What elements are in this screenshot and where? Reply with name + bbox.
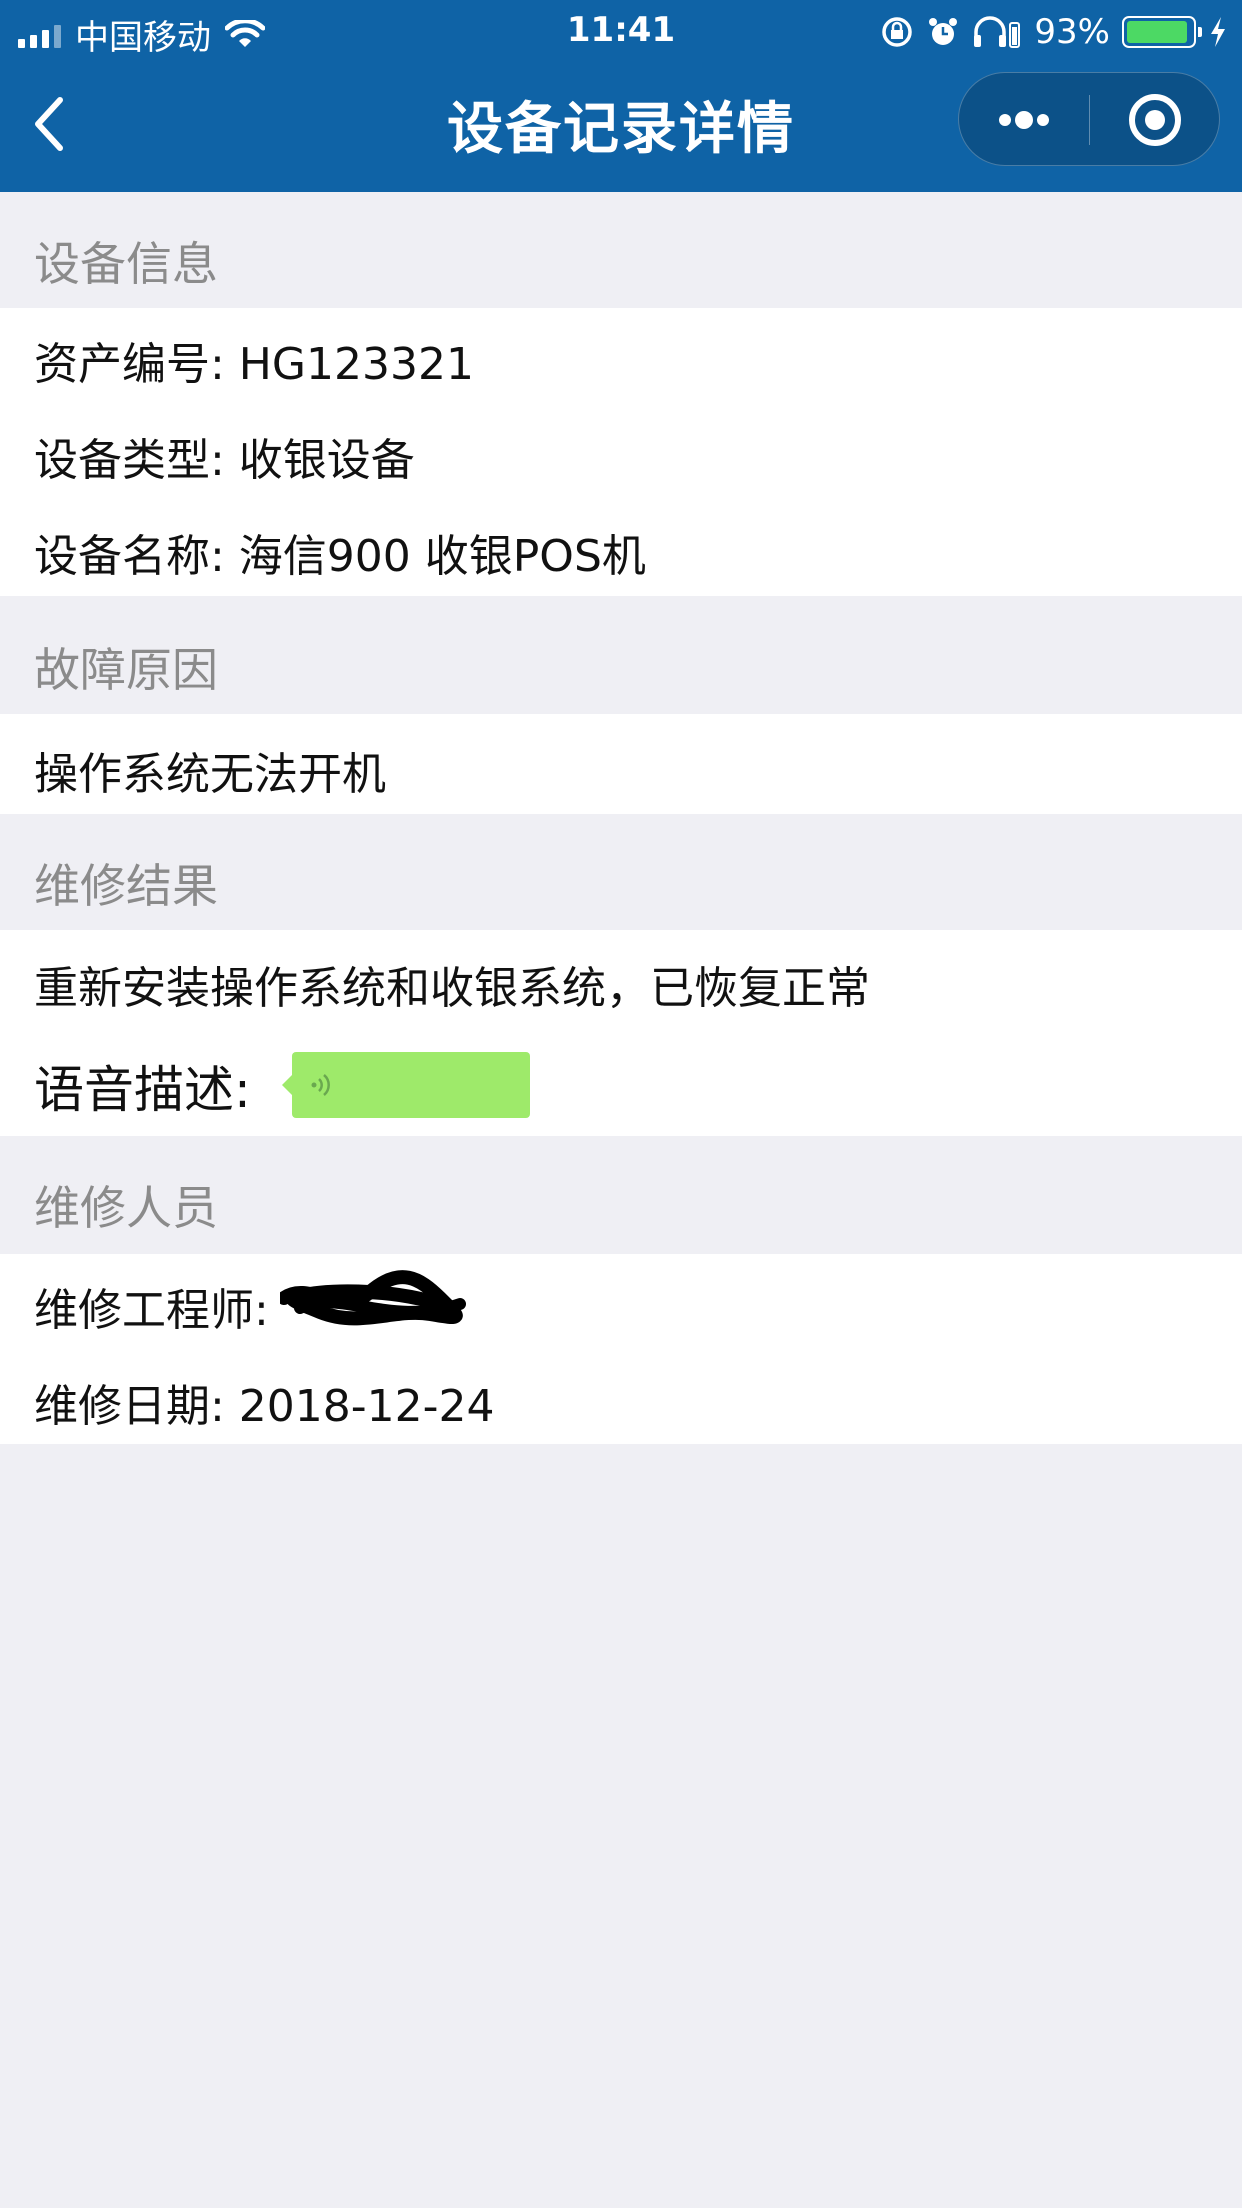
device-type: 设备类型: 收银设备	[34, 435, 415, 486]
device-info-card: 资产编号: HG123321 设备类型: 收银设备 设备名称: 海信900 收银…	[0, 308, 1242, 596]
voice-message-bubble[interactable]	[282, 1052, 530, 1118]
redaction-scribble	[280, 1270, 466, 1326]
headphones-icon	[974, 16, 1021, 48]
section-heading-device: 设备信息	[34, 237, 218, 291]
voice-wave-icon	[311, 1074, 330, 1096]
section-heading-staff: 维修人员	[34, 1181, 218, 1235]
charging-icon	[1211, 17, 1225, 47]
rotation-lock-icon	[882, 17, 913, 47]
battery-icon	[1122, 16, 1202, 48]
fault-reason: 操作系统无法开机	[34, 749, 386, 800]
section-heading-fault: 故障原因	[34, 643, 218, 697]
result-card: 重新安装操作系统和收银系统，已恢复正常 语音描述:	[0, 930, 1242, 1136]
fault-card: 操作系统无法开机	[0, 714, 1242, 814]
voice-description-row: 语音描述:	[34, 1050, 251, 1122]
alarm-icon	[929, 18, 958, 45]
close-miniprogram-icon[interactable]	[1090, 73, 1220, 167]
battery-percent: 93%	[1034, 12, 1110, 52]
voice-label: 语音描述:	[34, 1061, 251, 1119]
section-heading-result: 维修结果	[34, 859, 218, 913]
asset-number: 资产编号: HG123321	[34, 339, 474, 390]
staff-card: 维修工程师: 维修日期: 2018-12-24	[0, 1254, 1242, 1444]
header: 中国移动 11:41 93% 设备记录详情	[0, 0, 1242, 192]
repair-date: 维修日期: 2018-12-24	[34, 1381, 495, 1432]
nav-bar: 设备记录详情	[0, 62, 1242, 192]
repair-result: 重新安装操作系统和收银系统，已恢复正常	[34, 963, 870, 1014]
capsule-menu	[958, 72, 1220, 166]
status-bar: 中国移动 11:41 93%	[0, 0, 1242, 62]
more-icon[interactable]	[959, 73, 1089, 167]
battery-fill	[1127, 21, 1187, 43]
device-name: 设备名称: 海信900 收银POS机	[34, 531, 646, 582]
engineer-label: 维修工程师:	[34, 1285, 269, 1336]
